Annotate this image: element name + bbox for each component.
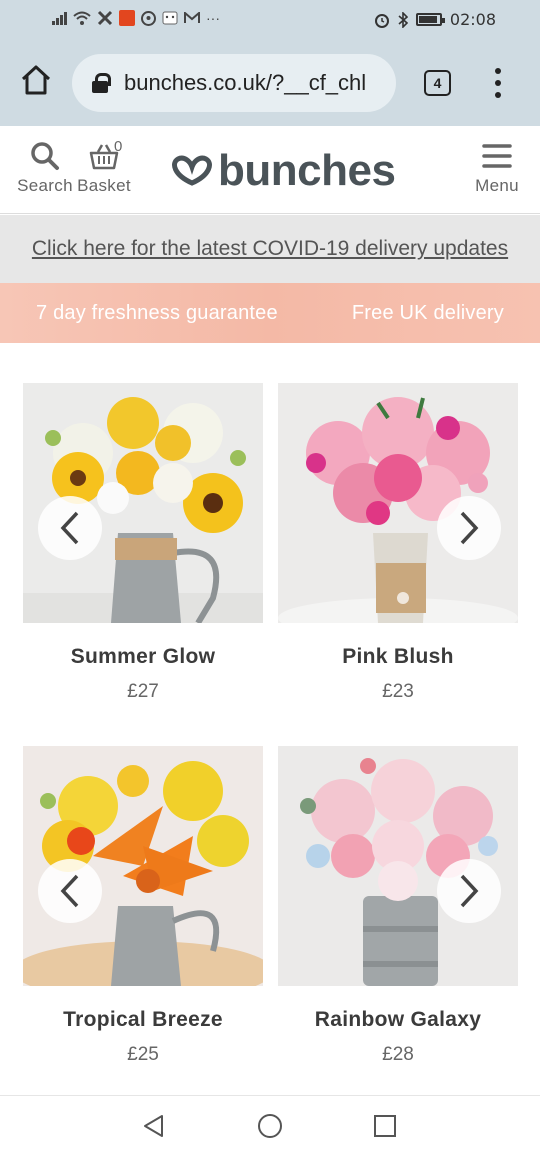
carousel-next-button[interactable] [437,859,501,923]
carousel-next-button[interactable] [437,496,501,560]
recent-apps-icon[interactable] [374,1115,396,1137]
product-image[interactable] [23,383,263,623]
back-icon[interactable] [142,1114,166,1138]
address-bar[interactable]: bunches.co.uk/?__cf_chl [72,54,396,112]
notification-icons: ··· [52,10,220,26]
logo-heart-icon [172,155,212,186]
product-card[interactable]: Rainbow Galaxy £28 [278,746,518,1066]
product-image[interactable] [23,746,263,986]
basket-label: Basket [77,176,131,195]
home-icon[interactable] [18,62,54,98]
browser-toolbar: bunches.co.uk/?__cf_chl 4 [0,40,540,126]
menu-label: Menu [475,176,519,195]
site-header: Search 0 Basket bunches Menu [0,126,540,214]
pinterest-icon [141,10,156,26]
tools-icon [97,10,113,26]
chevron-left-icon [60,511,79,545]
wifi-icon [73,11,91,25]
signal-icon [52,11,67,25]
app-notification-icon [119,10,135,26]
carousel-prev-button[interactable] [38,496,102,560]
bunches-logo[interactable]: bunches [170,146,396,195]
product-card[interactable]: Pink Blush £23 [278,383,518,703]
product-price: £23 [382,681,414,702]
system-status: 02:08 [374,10,496,29]
lock-icon [92,73,111,93]
more-dots-icon: ··· [206,10,220,26]
basket-count-badge: 0 [114,138,123,155]
basket-button[interactable]: 0 Basket [76,138,132,196]
browser-menu-icon[interactable] [488,68,508,98]
product-image[interactable] [278,746,518,986]
free-delivery-text: Free UK delivery [351,301,504,324]
product-price: £28 [382,1044,414,1065]
battery-icon [415,13,445,26]
product-name[interactable]: Tropical Breeze [23,1008,263,1032]
logo-text: bunches [218,146,396,195]
product-image[interactable] [278,383,518,623]
face-icon [162,11,178,25]
system-navigation-bar [0,1095,540,1156]
search-icon [31,142,59,170]
tab-switcher-button[interactable]: 4 [424,70,451,96]
product-name[interactable]: Summer Glow [23,645,263,669]
alarm-icon [374,13,389,28]
product-card[interactable]: Summer Glow £27 [23,383,263,703]
hamburger-icon [482,144,512,168]
product-name[interactable]: Pink Blush [278,645,518,669]
carousel-prev-button[interactable] [38,859,102,923]
gmail-icon [184,12,200,23]
product-card[interactable]: Tropical Breeze £25 [23,746,263,1066]
menu-button[interactable]: Menu [470,140,524,196]
promo-banner: 7 day freshness guarantee Free UK delive… [0,283,540,343]
search-label: Search [17,176,73,195]
product-price: £27 [127,681,159,702]
product-grid: Summer Glow £27 Pink Blush £23 Tropical … [0,343,540,1095]
status-bar: ··· 02:08 [0,0,540,40]
chevron-right-icon [460,874,479,908]
clock: 02:08 [449,10,496,29]
url-text[interactable]: bunches.co.uk/?__cf_chl [124,70,382,96]
bluetooth-icon [398,11,408,28]
chevron-left-icon [60,874,79,908]
product-name[interactable]: Rainbow Galaxy [278,1008,518,1032]
covid-updates-link[interactable]: Click here for the latest COVID-19 deliv… [32,237,508,261]
home-nav-icon[interactable] [258,1114,282,1138]
product-price: £25 [127,1044,159,1065]
search-button[interactable]: Search [14,140,76,196]
freshness-guarantee-text: 7 day freshness guarantee [36,301,278,324]
chevron-right-icon [460,511,479,545]
covid-notice-bar: Click here for the latest COVID-19 deliv… [0,215,540,283]
